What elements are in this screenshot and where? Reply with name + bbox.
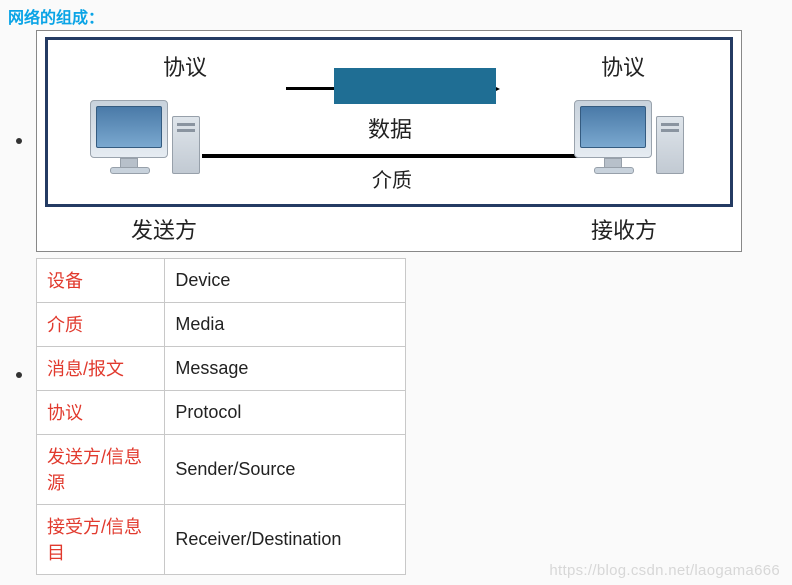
term-cn: 发送方/信息源 <box>37 435 165 505</box>
table-row: 接受方/信息目 Receiver/Destination <box>37 505 406 575</box>
term-cn: 设备 <box>37 259 165 303</box>
term-en: Device <box>165 259 406 303</box>
network-diagram: 协议 协议 数据 介质 <box>45 37 733 207</box>
table-row: 消息/报文 Message <box>37 347 406 391</box>
bullet-icon <box>16 372 22 378</box>
bullet-icon <box>16 138 22 144</box>
label-sender: 发送方 <box>131 213 197 245</box>
term-cn: 接受方/信息目 <box>37 505 165 575</box>
label-protocol-right: 协议 <box>601 50 645 82</box>
term-en: Sender/Source <box>165 435 406 505</box>
term-cn: 协议 <box>37 391 165 435</box>
table-row: 发送方/信息源 Sender/Source <box>37 435 406 505</box>
transmission-medium-line <box>202 154 587 158</box>
receiver-computer-icon <box>574 100 694 200</box>
term-en: Message <box>165 347 406 391</box>
watermark-text: https://blog.csdn.net/laogama666 <box>549 562 780 579</box>
term-en: Media <box>165 303 406 347</box>
term-en: Protocol <box>165 391 406 435</box>
label-protocol-left: 协议 <box>163 50 207 82</box>
terminology-table: 设备 Device 介质 Media 消息/报文 Message 协议 Prot… <box>36 258 406 575</box>
term-cn: 介质 <box>37 303 165 347</box>
label-data: 数据 <box>368 112 412 144</box>
sender-computer-icon <box>90 100 210 200</box>
table-row: 设备 Device <box>37 259 406 303</box>
label-medium: 介质 <box>372 164 412 193</box>
table-row: 介质 Media <box>37 303 406 347</box>
term-cn: 消息/报文 <box>37 347 165 391</box>
table-row: 协议 Protocol <box>37 391 406 435</box>
data-packet-box <box>334 68 496 104</box>
diagram-frame: 协议 协议 数据 介质 <box>36 30 742 252</box>
term-en: Receiver/Destination <box>165 505 406 575</box>
label-receiver: 接收方 <box>591 213 657 245</box>
page-title: 网络的组成： <box>8 4 786 28</box>
